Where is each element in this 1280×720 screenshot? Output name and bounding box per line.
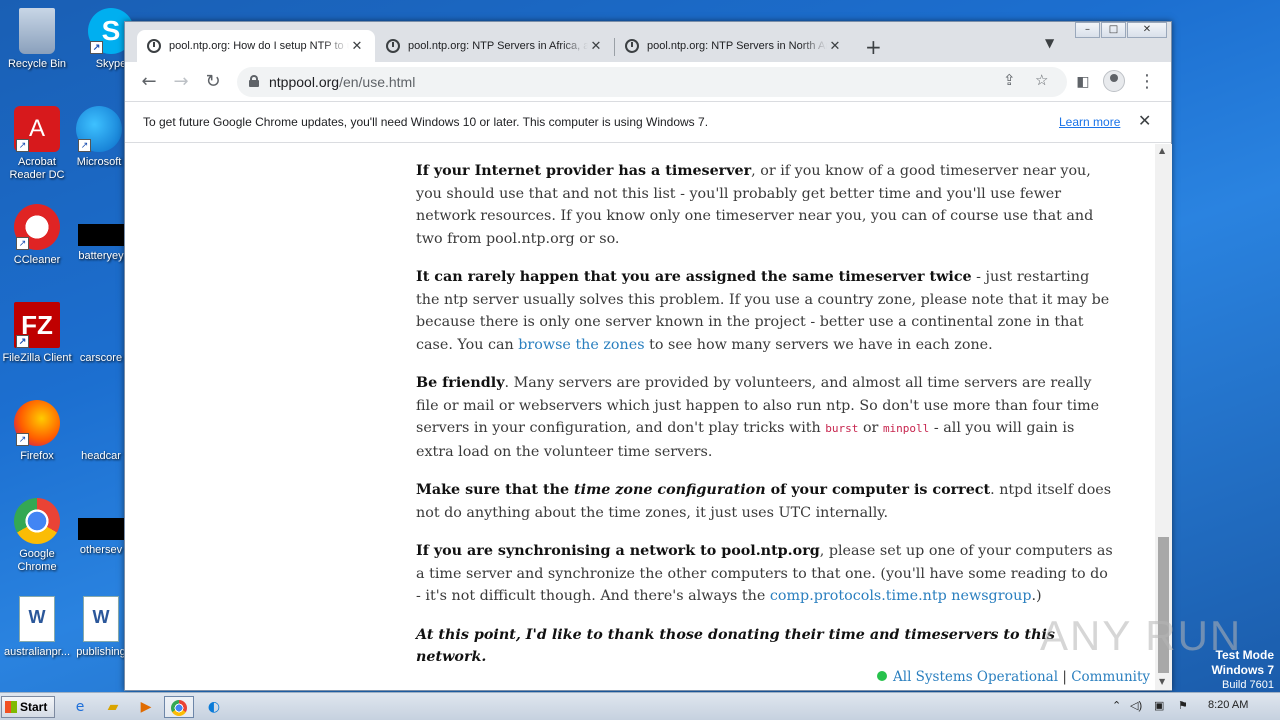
share-icon[interactable]: ⇪	[1003, 71, 1016, 89]
media-player-icon[interactable]: ▶	[131, 696, 161, 718]
tab-how-to-setup[interactable]: pool.ntp.org: How do I setup NTP to use …	[137, 30, 375, 62]
desktop-icon-australianpr[interactable]: W australianpr...	[0, 596, 74, 659]
reload-button[interactable]: ↻	[201, 70, 225, 94]
maximize-button[interactable]: □	[1101, 22, 1126, 38]
explorer-folder-icon[interactable]: ▰	[98, 696, 128, 718]
clock[interactable]: 8:20 AM	[1208, 699, 1248, 711]
paragraph-be-friendly: Be friendly. Many servers are provided b…	[416, 375, 1100, 460]
tab-search-chevron-icon[interactable]: ▼	[1045, 36, 1054, 50]
chrome-taskbar-icon[interactable]	[164, 696, 194, 718]
globe-clock-favicon-icon	[147, 39, 161, 53]
acrobat-icon: A ↗	[14, 106, 60, 152]
learn-more-link[interactable]: Learn more	[1059, 115, 1120, 129]
desktop-icon-chrome[interactable]: Google Chrome	[0, 498, 74, 574]
close-window-button[interactable]: ✕	[1127, 22, 1167, 38]
back-button[interactable]: ←	[137, 70, 161, 94]
volume-icon[interactable]: ◁)	[1130, 699, 1142, 712]
page-content: If your Internet provider has a timeserv…	[125, 144, 1155, 690]
tab-strip: pool.ntp.org: How do I setup NTP to use …	[125, 22, 1171, 62]
close-infobar-icon[interactable]: ✕	[1138, 111, 1151, 131]
url-text: ntppool.org/en/use.html	[269, 74, 416, 90]
tab-north-america[interactable]: pool.ntp.org: NTP Servers in North Ameri…	[615, 30, 853, 62]
chrome-icon	[14, 498, 60, 544]
footer-links: All Systems Operational | Community	[877, 669, 1150, 685]
status-dot-icon	[877, 671, 887, 681]
tray-expand-icon[interactable]: ⌃	[1112, 699, 1121, 712]
file-icon	[78, 518, 124, 540]
newsgroup-link[interactable]: comp.protocols.time.ntp newsgroup	[770, 588, 1032, 604]
word-doc-icon: W	[19, 596, 55, 642]
address-bar[interactable]: ntppool.org/en/use.html ⇪ ☆	[237, 67, 1067, 97]
scroll-down-arrow-icon[interactable]: ▼	[1159, 677, 1165, 686]
network-icon[interactable]: ▣	[1154, 699, 1164, 712]
side-panel-icon[interactable]: ◧	[1071, 70, 1095, 94]
toolbar: ← → ↻ ntppool.org/en/use.html ⇪ ☆ ◧ ⋮	[125, 62, 1171, 102]
edge-taskbar-icon[interactable]: ◐	[199, 696, 229, 718]
close-tab-icon[interactable]: ✕	[827, 38, 843, 54]
paragraph-same-timeserver: It can rarely happen that you are assign…	[416, 269, 1110, 353]
desktop-icon-recycle-bin[interactable]: Recycle Bin	[0, 8, 74, 71]
bookmark-star-icon[interactable]: ☆	[1035, 71, 1048, 89]
paragraph-time-zone: Make sure that the time zone configurati…	[416, 482, 1112, 521]
system-status-link[interactable]: All Systems Operational	[893, 669, 1058, 685]
close-tab-icon[interactable]: ✕	[349, 38, 365, 54]
browse-zones-link[interactable]: browse the zones	[518, 337, 644, 353]
paragraph-thanks: At this point, I'd like to thank those d…	[416, 626, 1055, 666]
ie-icon[interactable]: e	[65, 696, 95, 718]
scroll-up-arrow-icon[interactable]: ▲	[1159, 146, 1165, 155]
chrome-window: pool.ntp.org: How do I setup NTP to use …	[124, 21, 1172, 691]
ccleaner-icon: ↗	[14, 204, 60, 250]
desktop-icon-firefox[interactable]: ↗ Firefox	[0, 400, 74, 463]
minimize-button[interactable]: –	[1075, 22, 1100, 38]
action-center-flag-icon[interactable]: ⚑	[1178, 699, 1188, 712]
close-tab-icon[interactable]: ✕	[588, 38, 604, 54]
taskbar: Start e ▰ ▶ ◐ ⌃ ◁) ▣ ⚑ 8:20 AM	[0, 692, 1280, 720]
lock-icon	[249, 75, 259, 87]
new-tab-button[interactable]: +	[865, 35, 882, 59]
community-link[interactable]: Community	[1071, 669, 1150, 685]
filezilla-icon: FZ ↗	[14, 302, 60, 348]
file-icon	[78, 400, 124, 446]
vertical-scrollbar[interactable]: ▲ ▼	[1155, 144, 1172, 690]
globe-clock-favicon-icon	[625, 39, 639, 53]
article: If your Internet provider has a timeserv…	[416, 160, 1116, 685]
windows-flag-icon	[5, 701, 17, 713]
file-icon	[78, 224, 124, 246]
test-mode-label: Test Mode Windows 7 Build 7601	[1211, 648, 1274, 691]
desktop-icon-filezilla[interactable]: FZ ↗ FileZilla Client	[0, 302, 74, 365]
forward-button[interactable]: →	[169, 70, 193, 94]
paragraph-isp-timeserver: If your Internet provider has a timeserv…	[416, 163, 1094, 247]
file-icon	[78, 302, 124, 348]
code-minpoll: minpoll	[882, 422, 930, 435]
tab-africa[interactable]: pool.ntp.org: NTP Servers in Africa, afr…	[376, 30, 614, 62]
globe-clock-favicon-icon	[386, 39, 400, 53]
desktop-icon-ccleaner[interactable]: ↗ CCleaner	[0, 204, 74, 267]
word-doc-icon: W	[83, 596, 119, 642]
menu-kebab-icon[interactable]: ⋮	[1135, 70, 1159, 94]
update-infobar: To get future Google Chrome updates, you…	[125, 103, 1171, 143]
start-button[interactable]: Start	[1, 696, 55, 718]
recycle-bin-icon	[19, 8, 55, 54]
paragraph-network-sync: If you are synchronising a network to po…	[416, 543, 1113, 604]
edge-icon: ↗	[76, 106, 122, 152]
profile-avatar-icon[interactable]	[1103, 70, 1125, 92]
firefox-icon: ↗	[14, 400, 60, 446]
code-burst: burst	[825, 422, 859, 435]
